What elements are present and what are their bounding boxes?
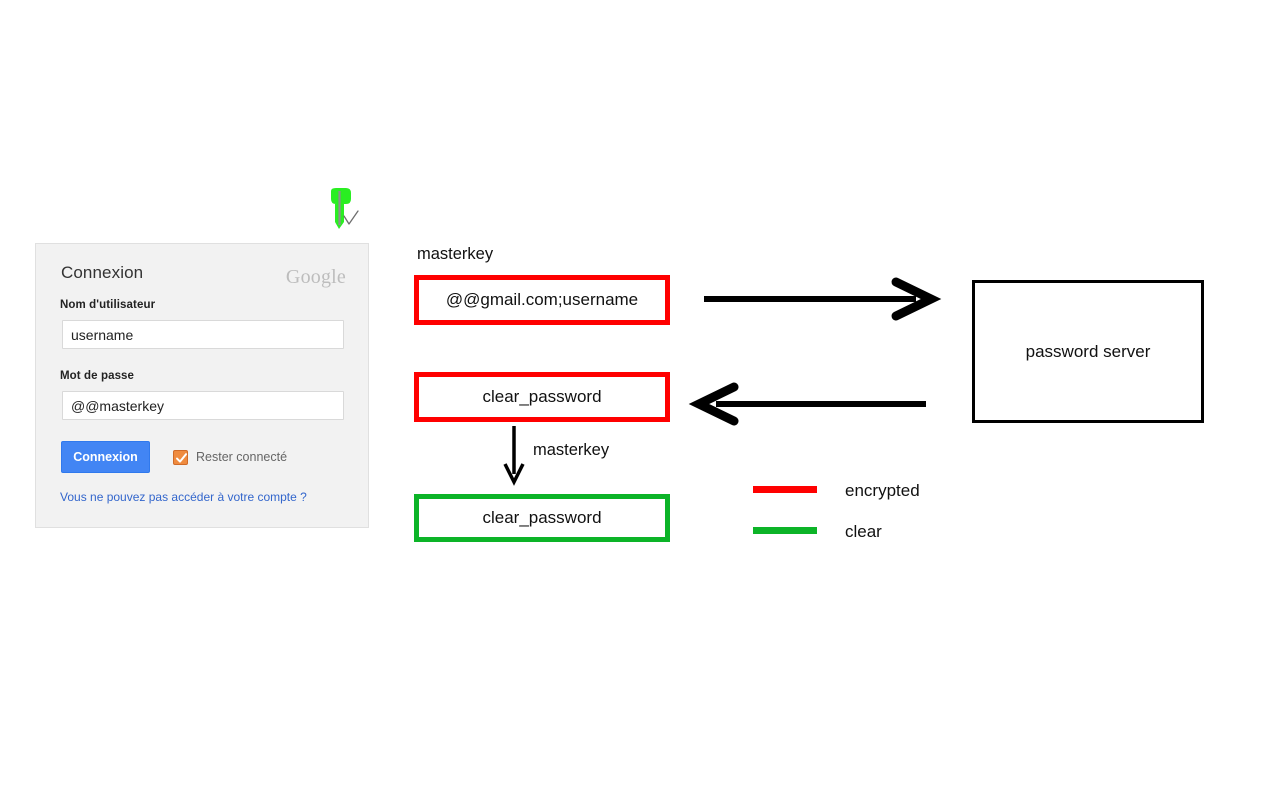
stay-signed-in-checkbox[interactable]: [173, 449, 188, 465]
legend-label-encrypted: encrypted: [845, 481, 920, 500]
google-logo: Google: [285, 266, 346, 288]
password-server-text: password server: [1025, 341, 1151, 361]
green-screw-pin-icon[interactable]: [322, 188, 368, 238]
legend-label-clear: clear: [845, 522, 882, 541]
clear-password-text: clear_password: [482, 508, 602, 527]
arrow-down-decrypt-icon: [503, 426, 525, 486]
password-label: Mot de passe: [60, 370, 135, 382]
encrypted-password-text: clear_password: [482, 387, 602, 406]
legend-swatch-encrypted: [753, 486, 817, 493]
page-title: Connexion: [61, 263, 144, 282]
encrypted-password-box: clear_password: [414, 372, 670, 422]
checkmark-icon: [176, 452, 187, 463]
masterkey-label-middle: masterkey: [533, 441, 610, 459]
arrow-left-from-server-icon: [688, 382, 926, 426]
password-server-box: password server: [972, 280, 1204, 423]
cannot-access-account-link[interactable]: Vous ne pouvez pas accéder à votre compt…: [60, 490, 307, 504]
encrypted-credentials-box: @@gmail.com;username: [414, 275, 670, 325]
clear-password-box: clear_password: [414, 494, 670, 542]
stay-signed-in-label: Rester connecté: [196, 450, 288, 464]
password-input[interactable]: [62, 391, 344, 420]
google-login-card: Connexion Google: [35, 243, 369, 528]
legend-swatch-clear: [753, 527, 817, 534]
small-checkmark-icon: [343, 210, 359, 225]
submit-button[interactable]: Connexion: [61, 441, 150, 473]
username-label: Nom d'utilisateur: [60, 299, 156, 311]
arrow-right-to-server-icon: [704, 277, 942, 321]
stay-signed-in-row[interactable]: Rester connecté: [173, 448, 287, 466]
masterkey-label-top: masterkey: [417, 245, 494, 263]
login-card-header: Connexion Google: [61, 262, 346, 288]
username-input[interactable]: [62, 320, 344, 349]
encrypted-credentials-text: @@gmail.com;username: [445, 290, 639, 309]
